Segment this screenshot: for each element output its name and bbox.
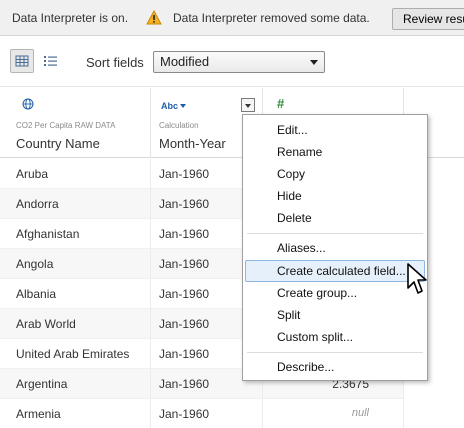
chevron-down-icon xyxy=(245,104,251,108)
cell-country: Albania xyxy=(16,287,57,301)
menu-item-copy[interactable]: Copy xyxy=(277,167,305,181)
column-context-menu: Edit... Rename Copy Hide Delete Aliases.… xyxy=(242,114,428,381)
mouse-cursor-icon xyxy=(407,263,427,294)
toolbar: Sort fields Modified xyxy=(0,37,464,87)
cell-country: Aruba xyxy=(16,167,49,181)
menu-separator xyxy=(247,352,423,353)
cell-value-null: null xyxy=(351,407,369,419)
table-row: Armenia Jan-1960 null xyxy=(0,399,404,428)
menu-item-describe[interactable]: Describe... xyxy=(277,360,334,374)
cell-month: Jan-1960 xyxy=(159,407,210,421)
menu-item-hide[interactable]: Hide xyxy=(277,189,302,203)
menu-item-create-group[interactable]: Create group... xyxy=(277,286,357,300)
column-name: Country Name xyxy=(16,136,100,151)
cell-month: Jan-1960 xyxy=(159,287,210,301)
menu-item-aliases[interactable]: Aliases... xyxy=(277,241,326,255)
cell-country: Angola xyxy=(16,257,54,271)
cell-month: Jan-1960 xyxy=(159,167,210,181)
column-divider xyxy=(150,159,151,428)
data-interpreter-bar: Data Interpreter is on. Data Interpreter… xyxy=(0,0,464,36)
menu-item-split[interactable]: Split xyxy=(277,308,300,322)
chevron-down-icon xyxy=(310,60,318,65)
chevron-down-icon xyxy=(180,103,187,108)
cell-month: Jan-1960 xyxy=(159,227,210,241)
menu-item-rename[interactable]: Rename xyxy=(277,145,322,159)
cell-country: Armenia xyxy=(16,407,61,421)
column-header-country-name[interactable]: CO2 Per Capita RAW DATA Country Name xyxy=(0,88,151,158)
menu-item-edit[interactable]: Edit... xyxy=(277,123,308,137)
warning-icon xyxy=(146,10,162,25)
interpreter-status-text: Data Interpreter is on. xyxy=(12,11,129,25)
cell-month: Jan-1960 xyxy=(159,317,210,331)
string-type-icon[interactable]: Abc xyxy=(161,98,187,112)
cell-country: Andorra xyxy=(16,197,59,211)
sort-fields-value: Modified xyxy=(160,54,210,69)
globe-icon xyxy=(22,98,34,110)
cell-country: Afghanistan xyxy=(16,227,80,241)
grid-view-icon[interactable] xyxy=(10,49,34,73)
cell-country: United Arab Emirates xyxy=(16,347,130,361)
cell-country: Argentina xyxy=(16,377,68,391)
number-type-icon: # xyxy=(277,96,285,111)
sort-fields-select[interactable]: Modified xyxy=(153,51,325,73)
menu-item-create-calculated-field[interactable]: Create calculated field... xyxy=(277,264,406,278)
menu-item-custom-split[interactable]: Custom split... xyxy=(277,330,353,344)
column-source-label: CO2 Per Capita RAW DATA xyxy=(16,121,116,130)
column-menu-button[interactable] xyxy=(241,98,255,112)
column-source-label: Calculation xyxy=(159,121,199,130)
cell-month: Jan-1960 xyxy=(159,257,210,271)
removed-data-text: Data Interpreter removed some data. xyxy=(173,11,370,25)
menu-separator xyxy=(247,233,423,234)
column-name: Month-Year xyxy=(159,136,226,151)
cell-month: Jan-1960 xyxy=(159,377,210,391)
sort-fields-label: Sort fields xyxy=(86,55,144,70)
cell-country: Arab World xyxy=(16,317,76,331)
menu-item-delete[interactable]: Delete xyxy=(277,211,312,225)
review-results-button[interactable]: Review results xyxy=(392,8,464,30)
list-view-icon[interactable] xyxy=(39,49,63,73)
cell-month: Jan-1960 xyxy=(159,347,210,361)
cell-month: Jan-1960 xyxy=(159,197,210,211)
